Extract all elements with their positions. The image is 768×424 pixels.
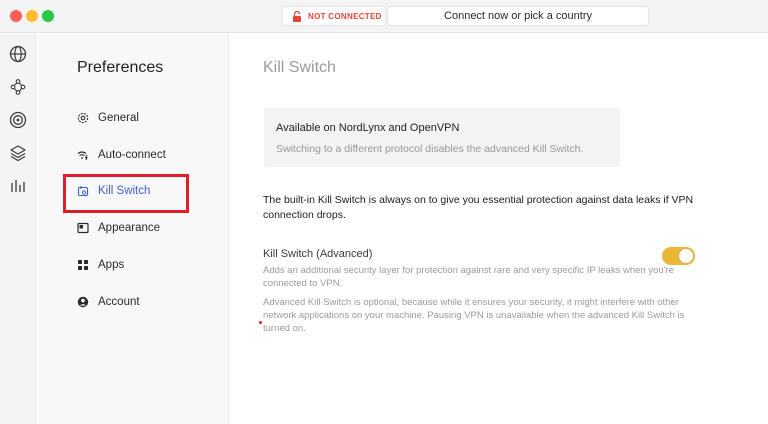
main-panel: Kill Switch Available on NordLynx and Op… — [230, 34, 768, 424]
connection-status-badge: NOT CONNECTED — [282, 6, 386, 26]
preferences-sidebar: Preferences General Auto-connect Kill Sw… — [37, 34, 229, 424]
sidebar-item-apps[interactable]: Apps — [77, 254, 124, 276]
wifi-bolt-icon — [77, 151, 88, 161]
globe-icon[interactable] — [7, 43, 29, 65]
sidebar-item-appearance[interactable]: Appearance — [77, 217, 160, 239]
apps-icon — [78, 260, 88, 270]
connect-prompt-text: Connect now or pick a country — [444, 10, 592, 22]
sidebar-item-label: General — [98, 112, 139, 124]
sidebar-item-label: Account — [98, 296, 140, 308]
stats-icon[interactable] — [7, 175, 29, 197]
sidebar-item-account[interactable]: Account — [77, 291, 140, 313]
icon-rail — [0, 34, 36, 424]
sidebar-item-general[interactable]: General — [77, 107, 139, 129]
sidebar-item-auto-connect[interactable]: Auto-connect — [77, 144, 166, 166]
close-window-button[interactable] — [10, 10, 22, 22]
connection-status-text: NOT CONNECTED — [308, 11, 382, 21]
advanced-kill-switch-description: Adds an additional security layer for pr… — [263, 265, 674, 289]
advanced-kill-switch-note: Advanced Kill Switch is optional, becaus… — [263, 297, 685, 334]
meshnet-icon[interactable] — [7, 76, 29, 98]
sidebar-item-label: Apps — [98, 259, 125, 271]
gear-icon — [77, 112, 89, 124]
zoom-window-button[interactable] — [42, 10, 54, 22]
sidebar-item-label: Auto-connect — [98, 149, 166, 161]
advanced-kill-switch-title: Kill Switch (Advanced) — [263, 248, 373, 260]
advanced-kill-switch-toggle[interactable] — [662, 247, 695, 265]
builtin-kill-switch-text: The built-in Kill Switch is always on to… — [263, 194, 694, 221]
sidebar-title: Preferences — [77, 59, 164, 76]
unlocked-padlock-icon — [293, 10, 301, 22]
annotation-dot — [259, 321, 262, 324]
target-icon[interactable] — [7, 109, 29, 131]
page-title: Kill Switch — [263, 59, 336, 76]
title-bar: NOT CONNECTED Connect now or pick a coun… — [0, 0, 768, 33]
connect-search-field[interactable]: Connect now or pick a country — [387, 6, 649, 26]
info-card-subtitle: Switching to a different protocol disabl… — [276, 143, 584, 155]
sidebar-item-label: Appearance — [98, 222, 161, 234]
annotation-highlight-box — [63, 174, 189, 213]
minimize-window-button[interactable] — [26, 10, 38, 22]
layers-icon[interactable] — [7, 142, 29, 164]
appearance-icon — [77, 222, 89, 234]
info-card-title: Available on NordLynx and OpenVPN — [276, 122, 460, 134]
account-icon — [77, 296, 89, 308]
protocol-info-card: Available on NordLynx and OpenVPN Switch… — [264, 108, 620, 167]
toggle-knob — [679, 249, 693, 263]
